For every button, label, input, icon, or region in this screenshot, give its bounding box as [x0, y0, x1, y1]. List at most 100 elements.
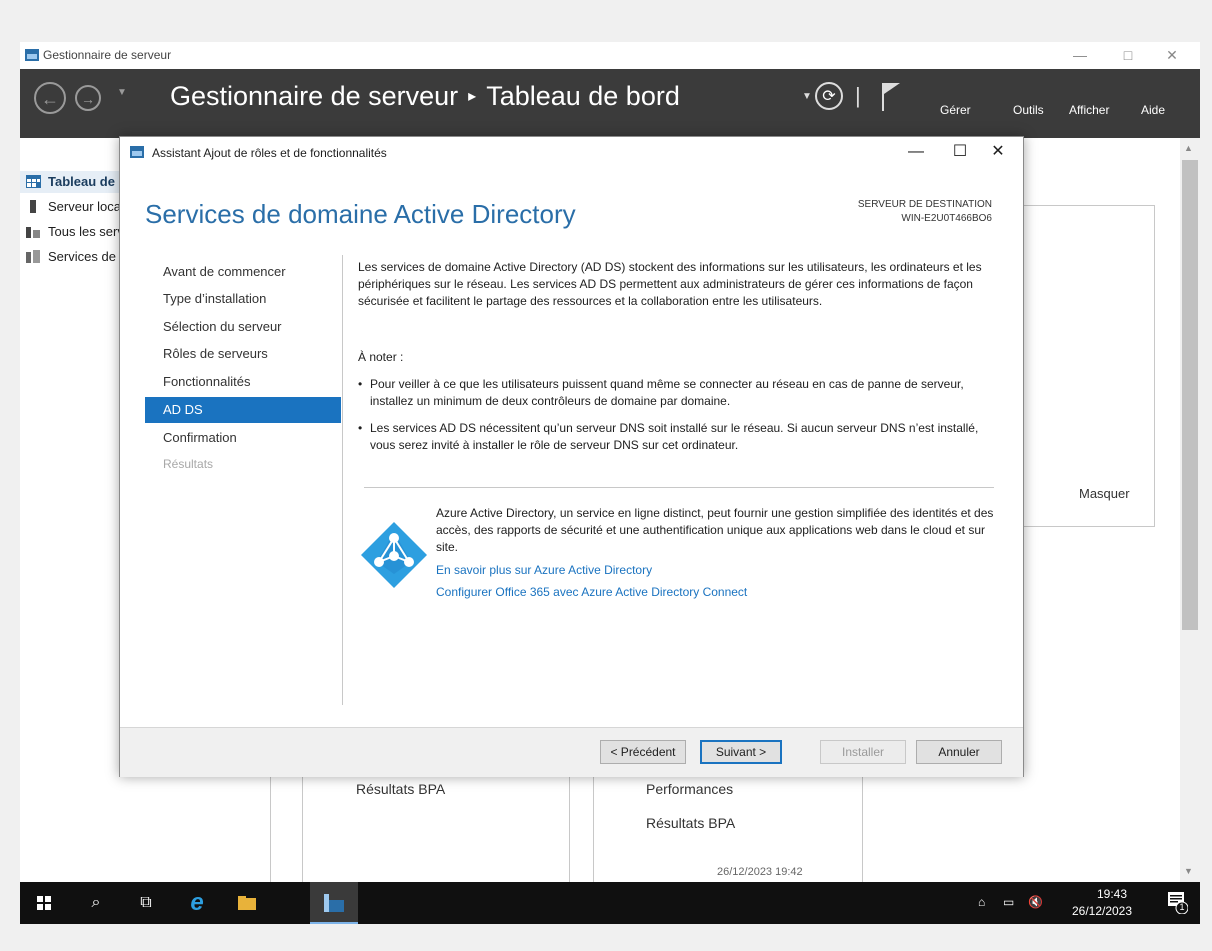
azure-ad-icon: [361, 522, 427, 588]
step-confirmation[interactable]: Confirmation: [145, 425, 341, 451]
sidebar-item-dashboard[interactable]: Tableau de bord: [20, 171, 120, 193]
note-label: À noter :: [358, 350, 404, 364]
server-manager-icon: [130, 146, 144, 158]
current-page: Tableau de bord: [486, 81, 680, 111]
dialog-minimize-button[interactable]: —: [894, 140, 938, 164]
volume-muted-icon[interactable]: 🔇: [1028, 895, 1043, 909]
scrollbar-thumb[interactable]: [1182, 160, 1198, 630]
minimize-button[interactable]: —: [1060, 44, 1100, 66]
breadcrumb-dropdown-icon[interactable]: ▼: [802, 91, 812, 102]
divider: |: [855, 83, 861, 108]
dashboard-icon: [26, 175, 41, 188]
add-roles-wizard-dialog: Assistant Ajout de rôles et de fonctionn…: [119, 136, 1024, 777]
bpa-results-link[interactable]: Résultats BPA: [646, 815, 735, 831]
action-center-icon[interactable]: 1: [1168, 892, 1189, 915]
sidebar-item-label: Serveur local: [48, 199, 120, 214]
sidebar-item-all-servers[interactable]: Tous les serveurs: [20, 221, 120, 243]
step-server-roles[interactable]: Rôles de serveurs: [145, 341, 341, 367]
divider: [342, 255, 343, 705]
start-button[interactable]: [20, 882, 68, 924]
dialog-title: Assistant Ajout de rôles et de fonctionn…: [152, 146, 387, 160]
previous-button[interactable]: < Précédent: [600, 740, 686, 764]
history-dropdown-icon[interactable]: ▼: [117, 87, 127, 98]
learn-more-azure-link[interactable]: En savoir plus sur Azure Active Director…: [436, 562, 652, 579]
refresh-icon[interactable]: ⟳: [815, 82, 843, 110]
destination-server-label: SERVEUR DE DESTINATION: [857, 199, 992, 210]
step-label: Avant de commencer: [163, 264, 286, 279]
menu-afficher[interactable]: Afficher: [1069, 103, 1109, 117]
destination-server-name: WIN-E2U0T466BO6: [901, 213, 992, 224]
cancel-button[interactable]: Annuler: [916, 740, 1002, 764]
windows-logo-icon: [37, 895, 51, 910]
breadcrumb-separator-icon: ▸: [468, 88, 477, 105]
window-title: Gestionnaire de serveur: [43, 48, 172, 62]
step-installation-type[interactable]: Type d’installation: [145, 286, 341, 312]
dialog-close-button[interactable]: ✕: [976, 140, 1020, 164]
step-before-you-begin[interactable]: Avant de commencer: [145, 259, 341, 285]
taskbar: ⌕ ⧉ e ⌂ ▭ 🔇 19:43 26/12/2023 1: [20, 882, 1200, 924]
sidebar-item-label: Tableau de bord: [48, 174, 120, 189]
clock-time[interactable]: 19:43: [1082, 887, 1142, 901]
divider: [302, 776, 303, 886]
configure-office365-link[interactable]: Configurer Office 365 avec Azure Active …: [436, 584, 747, 601]
bpa-results-link[interactable]: Résultats BPA: [356, 781, 445, 797]
server-manager-taskbar-button[interactable]: [310, 882, 358, 924]
note-bullet: Pour veiller à ce que les utilisateurs p…: [358, 376, 1000, 410]
window-titlebar: Gestionnaire de serveur — □ ✕: [20, 42, 1200, 69]
step-label: Type d’installation: [163, 291, 267, 306]
hide-link[interactable]: Masquer: [1079, 486, 1130, 501]
performance-link[interactable]: Performances: [646, 781, 733, 797]
install-button: Installer: [820, 740, 906, 764]
menu-outils[interactable]: Outils: [1013, 103, 1044, 117]
file-explorer-button[interactable]: [223, 882, 271, 924]
menu-gerer[interactable]: Gérer: [940, 103, 971, 117]
step-features[interactable]: Fonctionnalités: [145, 369, 341, 395]
scroll-down-icon[interactable]: ▼: [1184, 866, 1193, 876]
step-label: Résultats: [163, 457, 214, 471]
dialog-footer: < Précédent Suivant > Installer Annuler: [120, 727, 1023, 777]
step-results: Résultats: [145, 452, 341, 478]
search-icon: ⌕: [91, 894, 101, 911]
task-view-button[interactable]: ⧉: [122, 882, 170, 924]
next-button[interactable]: Suivant >: [700, 740, 782, 764]
back-icon[interactable]: ←: [34, 82, 66, 114]
step-server-selection[interactable]: Sélection du serveur: [145, 314, 341, 340]
sidebar-item-label: Services de fichiers et de stockage: [48, 249, 120, 264]
server-manager-icon: [25, 49, 39, 61]
divider: [364, 487, 994, 488]
sidebar: Tableau de bord Serveur local Tous les s…: [20, 138, 120, 882]
forward-icon[interactable]: →: [75, 85, 101, 111]
dialog-titlebar: Assistant Ajout de rôles et de fonctionn…: [120, 137, 1023, 167]
display-tray-icon[interactable]: ▭: [1003, 895, 1014, 909]
network-tray-icon[interactable]: ⌂: [978, 895, 985, 909]
notifications-flag-icon[interactable]: [880, 82, 902, 112]
wizard-page-title: Services de domaine Active Directory: [145, 199, 576, 229]
server-manager-header: ← → ▼ Gestionnaire de serveur ▸ Tableau de…: [20, 69, 1200, 138]
intro-paragraph: Les services de domaine Active Directory…: [358, 260, 982, 308]
step-label: Rôles de serveurs: [163, 346, 268, 361]
menu-aide[interactable]: Aide: [1141, 103, 1165, 117]
internet-explorer-icon: e: [190, 889, 204, 916]
sidebar-item-label: Tous les serveurs: [48, 224, 120, 239]
sidebar-item-local-server[interactable]: Serveur local: [20, 196, 120, 218]
step-label: AD DS: [163, 402, 203, 417]
page-title: Gestionnaire de serveur ▸ Tableau de bord: [170, 81, 680, 112]
task-view-icon: ⧉: [140, 894, 152, 911]
sidebar-item-file-services[interactable]: Services de fichiers et de stockage: [20, 246, 120, 268]
file-services-icon: [26, 250, 40, 263]
step-label: Fonctionnalités: [163, 374, 251, 389]
scroll-up-icon[interactable]: ▲: [1184, 143, 1193, 153]
azure-description: Azure Active Directory, un service en li…: [436, 506, 994, 554]
internet-explorer-button[interactable]: e: [173, 882, 221, 924]
search-button[interactable]: ⌕: [72, 882, 120, 924]
tile-timestamp: 26/12/2023 19:42: [717, 866, 803, 878]
clock-date[interactable]: 26/12/2023: [1060, 904, 1144, 918]
close-button[interactable]: ✕: [1152, 44, 1192, 66]
server-manager-icon: [324, 893, 344, 912]
step-label: Confirmation: [163, 430, 237, 445]
step-label: Sélection du serveur: [163, 319, 282, 334]
notification-count: 1: [1179, 902, 1185, 912]
step-ad-ds[interactable]: AD DS: [145, 397, 341, 423]
maximize-button[interactable]: □: [1108, 44, 1148, 66]
servers-icon: [26, 227, 40, 238]
